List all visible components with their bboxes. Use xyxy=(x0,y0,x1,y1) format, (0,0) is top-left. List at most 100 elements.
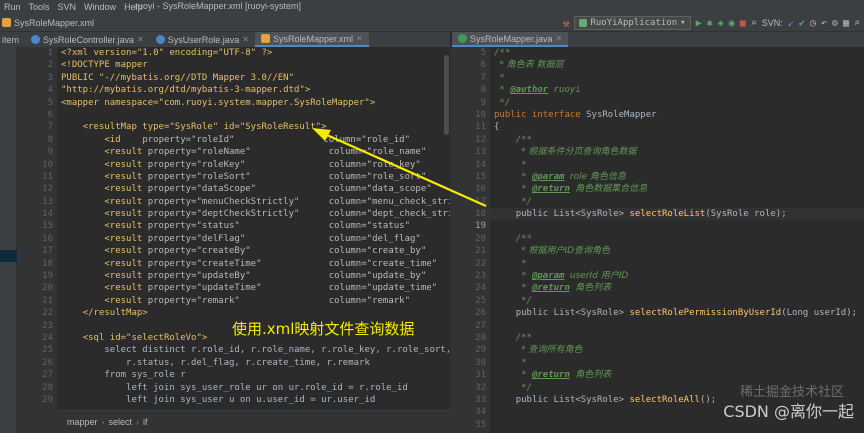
xml-editor[interactable]: <?xml version="1.0" encoding="UTF-8" ?> … xyxy=(57,47,452,410)
line-number: 6 xyxy=(480,60,486,71)
search-icon[interactable]: ⌕ xyxy=(751,18,757,29)
editor-tabs-right: SysRoleMapper.java ✕ xyxy=(452,32,864,47)
code-line: * @return 角色列表 xyxy=(521,370,612,381)
code-line-current: public List<SysRole> selectRoleList(SysR… xyxy=(490,208,864,221)
debug-icon[interactable]: ✱ xyxy=(707,18,713,29)
nav-breadcrumb[interactable]: SysRoleMapper.xml xyxy=(0,18,94,28)
line-number: 9 xyxy=(47,147,53,158)
tab-label: SysRoleMapper.xml xyxy=(273,33,354,44)
spring-boot-icon xyxy=(579,19,588,27)
line-number: 28 xyxy=(42,382,53,393)
line-number: 25 xyxy=(475,295,486,306)
code-line: */ xyxy=(499,97,511,108)
menu-svn[interactable]: SVN xyxy=(54,2,81,12)
line-number: 4 xyxy=(47,85,53,96)
line-number: 18 xyxy=(475,209,486,220)
line-number: 35 xyxy=(475,419,486,430)
window-title: ruoyi - SysRoleMapper.xml [ruoyi-system] xyxy=(135,1,302,11)
code-line: * xyxy=(521,159,527,170)
line-number: 32 xyxy=(475,382,486,393)
menu-tools[interactable]: Tools xyxy=(25,2,54,12)
tool-window-label[interactable]: item xyxy=(0,32,25,47)
tab-sysrolecontroller[interactable]: SysRoleController.java ✕ xyxy=(25,32,150,47)
search-everywhere-icon[interactable]: ⌕ xyxy=(854,18,860,29)
line-number-gutter-right[interactable]: 5 6 7 8 9 10 11 12 13 14 15 16 17 18 19 20 21 22 23 24 25 26 2… xyxy=(452,47,490,433)
vertical-scrollbar[interactable] xyxy=(443,47,450,410)
menu-bar: Run Tools SVN Window Help ruoyi - SysRol… xyxy=(0,0,864,14)
hammer-icon[interactable]: ⚒ xyxy=(563,17,570,30)
chevron-down-icon: ▾ xyxy=(680,18,686,28)
line-number: 21 xyxy=(475,246,486,257)
stop-icon[interactable]: ■ xyxy=(740,18,746,29)
line-number: 26 xyxy=(42,357,53,368)
settings-icon[interactable]: ⚙ xyxy=(832,18,838,29)
revert-icon[interactable]: ↶ xyxy=(821,18,827,29)
tab-label: SysUserRole.java xyxy=(167,34,240,45)
line-number: 11 xyxy=(475,122,486,133)
line-number: 31 xyxy=(475,370,486,381)
project-tool-window-strip[interactable] xyxy=(0,47,17,433)
line-number: 5 xyxy=(47,97,53,108)
close-icon[interactable]: ✕ xyxy=(556,34,563,43)
run-configuration-select[interactable]: RuoYiApplication ▾ xyxy=(574,16,691,30)
profile-icon[interactable]: ◉ xyxy=(729,18,735,29)
code-line: /** xyxy=(494,48,511,58)
code-line: * @author ruoyi xyxy=(499,85,581,96)
close-icon[interactable]: ✕ xyxy=(356,34,363,43)
close-icon[interactable]: ✕ xyxy=(137,35,144,44)
structure-breadcrumb: mapper › select › if xyxy=(57,410,450,433)
scrollbar-thumb[interactable] xyxy=(444,55,449,135)
close-icon[interactable]: ✕ xyxy=(242,35,249,44)
line-number: 15 xyxy=(475,171,486,182)
svn-update-icon[interactable]: ↙ xyxy=(788,18,794,29)
code-line: <result property="remark" column="remark"… xyxy=(104,295,410,306)
project-structure-icon[interactable]: ▦ xyxy=(843,18,849,29)
line-number: 8 xyxy=(47,134,53,145)
line-number: 14 xyxy=(475,159,486,170)
line-number: 6 xyxy=(47,109,53,120)
line-number: 11 xyxy=(42,171,53,182)
breadcrumb-select[interactable]: select xyxy=(109,417,133,427)
menu-window[interactable]: Window xyxy=(80,2,120,12)
code-line: <?xml version="1.0" encoding="UTF-8" ?> xyxy=(61,48,273,58)
breadcrumb-mapper[interactable]: mapper xyxy=(67,417,98,427)
code-line: /** xyxy=(515,233,532,244)
breadcrumb-if[interactable]: if xyxy=(143,417,148,427)
line-number: 16 xyxy=(475,184,486,195)
code-line: * 根据用户ID查询角色 xyxy=(521,246,611,257)
tab-sysrolemapper-java[interactable]: SysRoleMapper.java ✕ xyxy=(452,32,569,47)
code-line: * @param userId 用户ID xyxy=(521,271,629,282)
line-number: 5 xyxy=(480,48,486,58)
code-line: * xyxy=(499,72,505,83)
code-line: <resultMap type="SysRole" id="SysRoleRes… xyxy=(82,122,327,133)
line-number: 24 xyxy=(42,332,53,343)
code-line: select distinct r.role_id, r.role_name, … xyxy=(104,345,452,356)
tab-sysuserrole[interactable]: SysUserRole.java ✕ xyxy=(150,32,255,47)
tab-sysrolemapper-xml[interactable]: SysRoleMapper.xml ✕ xyxy=(255,32,369,47)
nav-breadcrumb-file[interactable]: SysRoleMapper.xml xyxy=(14,18,94,28)
svn-commit-icon[interactable]: ✔ xyxy=(799,18,805,29)
line-number: 28 xyxy=(475,332,486,343)
line-number: 7 xyxy=(480,72,486,83)
code-line: <result property="roleSort" column="role_… xyxy=(104,171,427,182)
line-number: 20 xyxy=(475,233,486,244)
line-number: 21 xyxy=(42,295,53,306)
line-number: 1 xyxy=(47,48,53,58)
code-line: <result property="roleKey" column="role_k… xyxy=(104,159,421,170)
line-number: 29 xyxy=(475,345,486,356)
history-icon[interactable]: ◷ xyxy=(810,18,816,29)
code-line: /** xyxy=(515,134,532,145)
run-icon[interactable]: ▶ xyxy=(696,18,702,29)
line-number: 3 xyxy=(47,72,53,83)
code-line: PUBLIC "-//mybatis.org//DTD Mapper 3.0//… xyxy=(61,72,294,83)
coverage-icon[interactable]: ◈ xyxy=(718,18,724,29)
java-editor[interactable]: /** * 角色表 数据层 * * @author ruoyi */ publi… xyxy=(490,47,864,433)
tab-label: SysRoleController.java xyxy=(43,34,135,45)
menu-run[interactable]: Run xyxy=(0,2,25,12)
line-number: 12 xyxy=(42,184,53,195)
line-number-gutter-left[interactable]: 1 2 3 4 5 6 7 8 9 10 11 12 13 14 15 16 17 18 19 20 21 22 23 24 2… xyxy=(17,47,57,410)
code-line: <result property="delFlag" column="del_fl… xyxy=(104,233,421,244)
code-line: * @return 角色列表 xyxy=(521,283,612,294)
code-line: { xyxy=(494,122,500,133)
